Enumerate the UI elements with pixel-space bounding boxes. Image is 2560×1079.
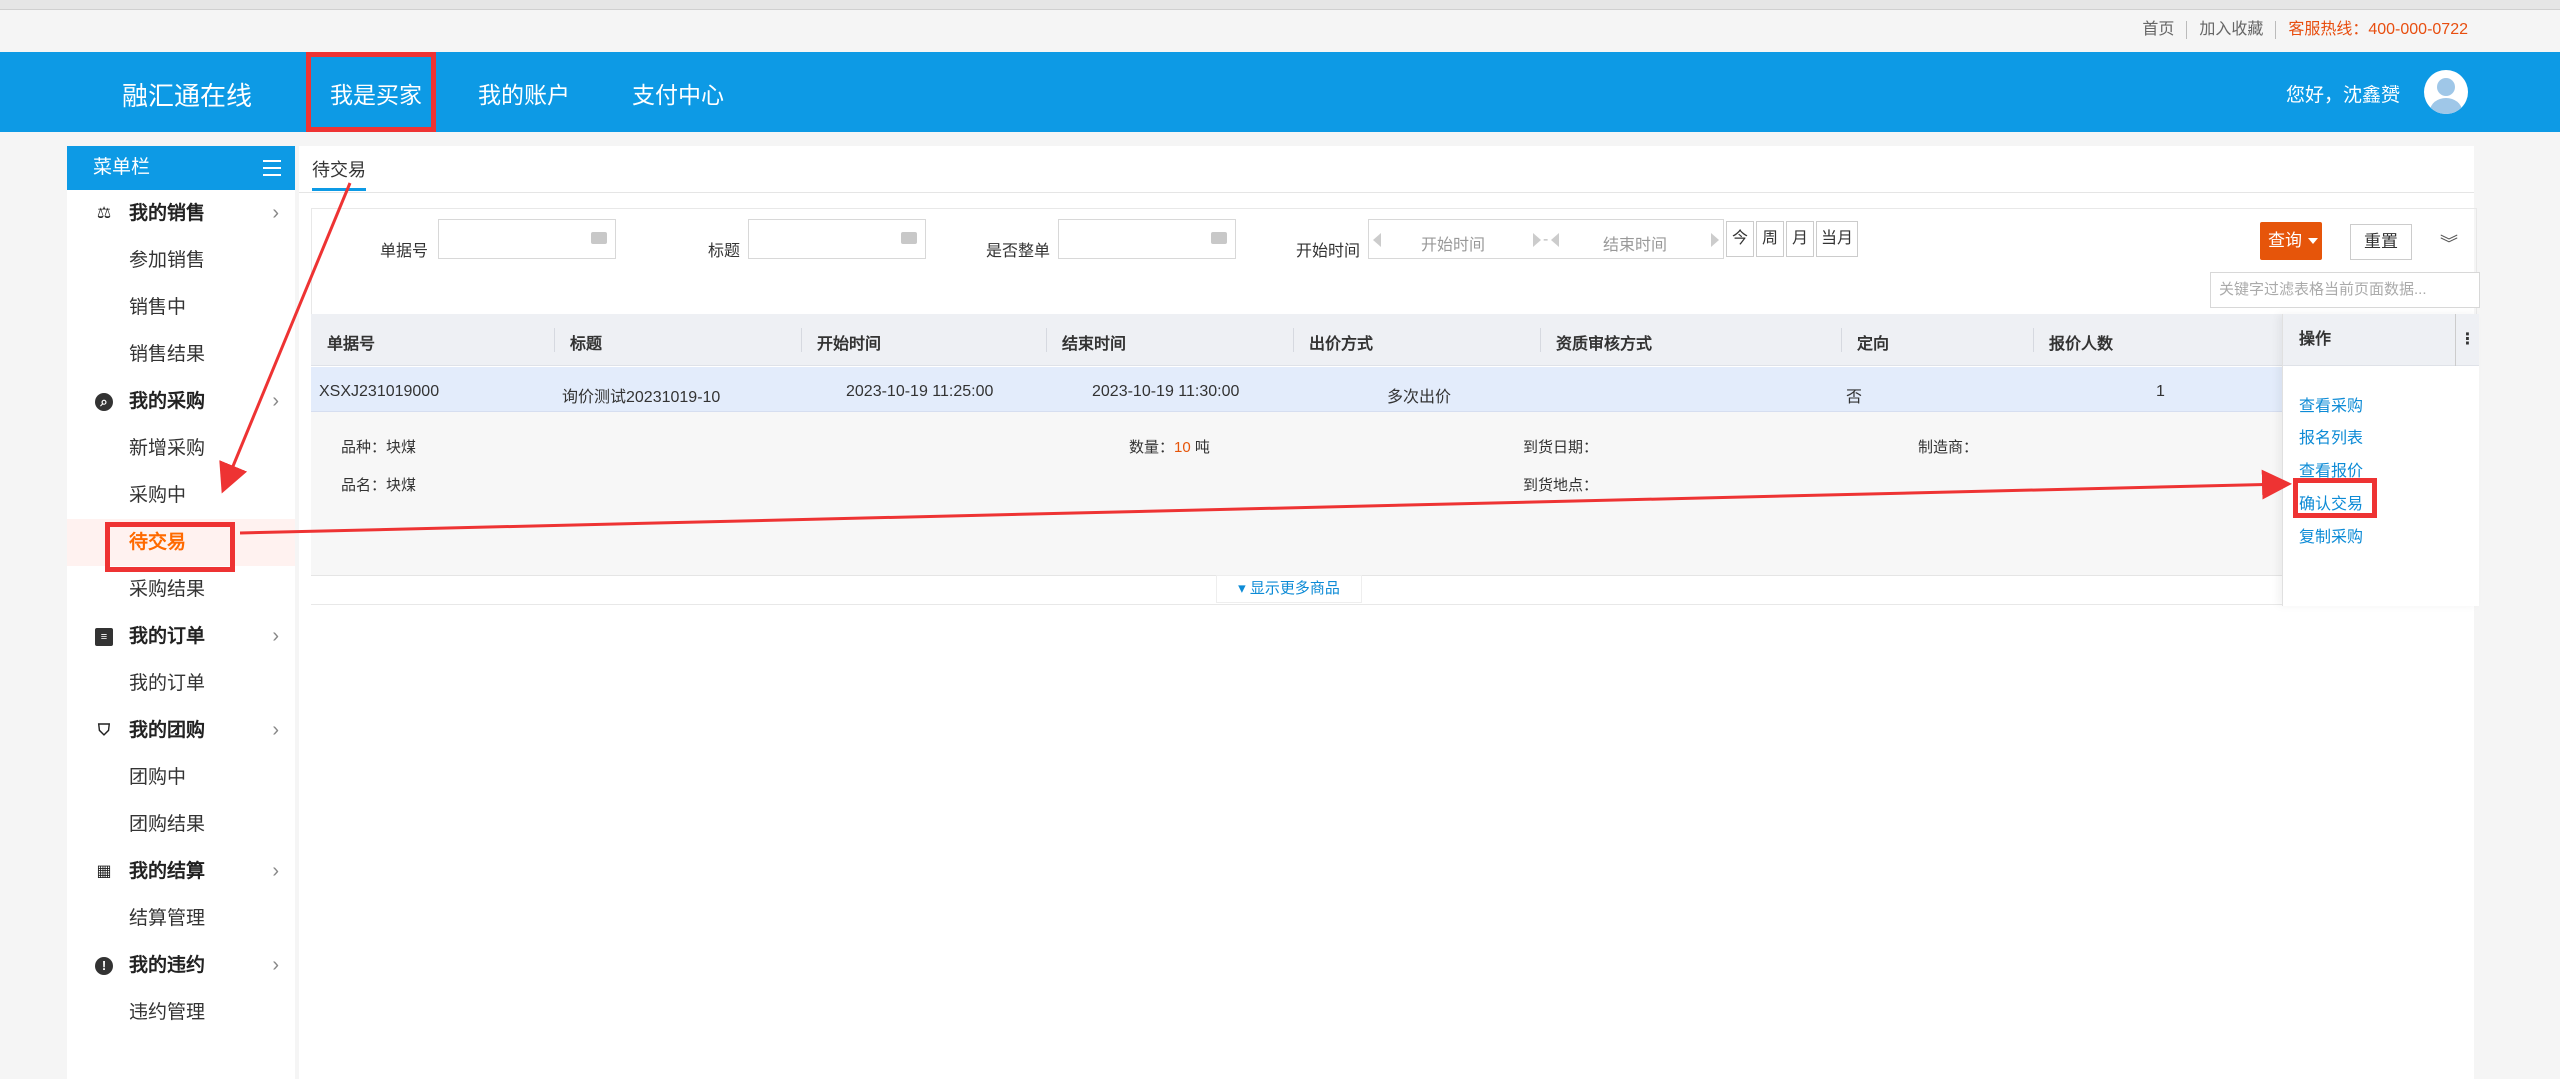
annotation-arrow-confirm [239, 469, 2292, 535]
annotation-arrows [219, 182, 2292, 535]
annotation-arrow-tab [219, 182, 352, 494]
